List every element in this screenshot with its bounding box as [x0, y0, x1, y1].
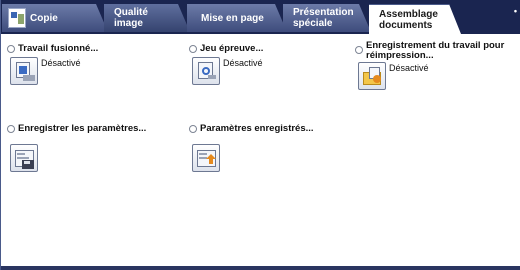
- tab-qualite-image[interactable]: Qualité image: [104, 4, 190, 32]
- option-jeu-epreuve[interactable]: Jeu épreuve... Désactivé: [189, 44, 349, 85]
- enregistrer-parametres-radio[interactable]: [7, 125, 15, 133]
- jeu-epreuve-status: Désactivé: [223, 58, 263, 68]
- tab-assemblage-documents[interactable]: Assemblage documents: [369, 4, 461, 34]
- option-enregistrement-travail[interactable]: Enregistrement du travail pour réimpress…: [355, 41, 515, 90]
- tab-assemblage-label: Assemblage documents: [379, 8, 438, 31]
- tab-presentation-speciale[interactable]: Présentation spéciale: [283, 4, 371, 32]
- tab-bar: Copie Qualité image Mise en page Présent…: [1, 0, 520, 34]
- bottom-border: [1, 266, 520, 270]
- jeu-epreuve-button[interactable]: [192, 57, 220, 85]
- jeu-epreuve-radio[interactable]: [189, 45, 197, 53]
- enregistrer-parametres-button[interactable]: [10, 144, 38, 172]
- enregistrement-travail-radio[interactable]: [355, 46, 363, 54]
- tab-qualite-label: Qualité image: [114, 7, 148, 29]
- parametres-enregistres-button[interactable]: [192, 144, 220, 172]
- tab-mise-label: Mise en page: [201, 12, 264, 24]
- enregistrement-travail-status: Désactivé: [389, 63, 429, 73]
- parametres-enregistres-radio[interactable]: [189, 125, 197, 133]
- travail-fusionne-radio[interactable]: [7, 45, 15, 53]
- tab-copie[interactable]: Copie: [2, 4, 108, 32]
- option-travail-fusionne[interactable]: Travail fusionné... Désactivé: [7, 44, 177, 85]
- tab-mise-en-page[interactable]: Mise en page: [187, 4, 287, 32]
- enregistrement-travail-label: Enregistrement du travail pour réimpress…: [366, 40, 505, 61]
- main-panel: Copie Qualité image Mise en page Présent…: [0, 0, 520, 270]
- enregistrement-travail-button[interactable]: [358, 62, 386, 90]
- tab-presentation-label: Présentation spéciale: [293, 7, 354, 29]
- option-enregistrer-parametres[interactable]: Enregistrer les paramètres...: [7, 124, 183, 172]
- tab-copie-label: Copie: [30, 12, 58, 24]
- travail-fusionne-status: Désactivé: [41, 58, 81, 68]
- jeu-epreuve-label: Jeu épreuve...: [200, 43, 264, 54]
- option-parametres-enregistres[interactable]: Paramètres enregistrés...: [189, 124, 359, 172]
- travail-fusionne-label: Travail fusionné...: [18, 43, 99, 54]
- more-tabs-indicator[interactable]: •: [514, 6, 517, 16]
- copy-icon: [8, 8, 26, 28]
- enregistrer-parametres-label: Enregistrer les paramètres...: [18, 123, 147, 134]
- travail-fusionne-button[interactable]: [10, 57, 38, 85]
- parametres-enregistres-label: Paramètres enregistrés...: [200, 123, 314, 134]
